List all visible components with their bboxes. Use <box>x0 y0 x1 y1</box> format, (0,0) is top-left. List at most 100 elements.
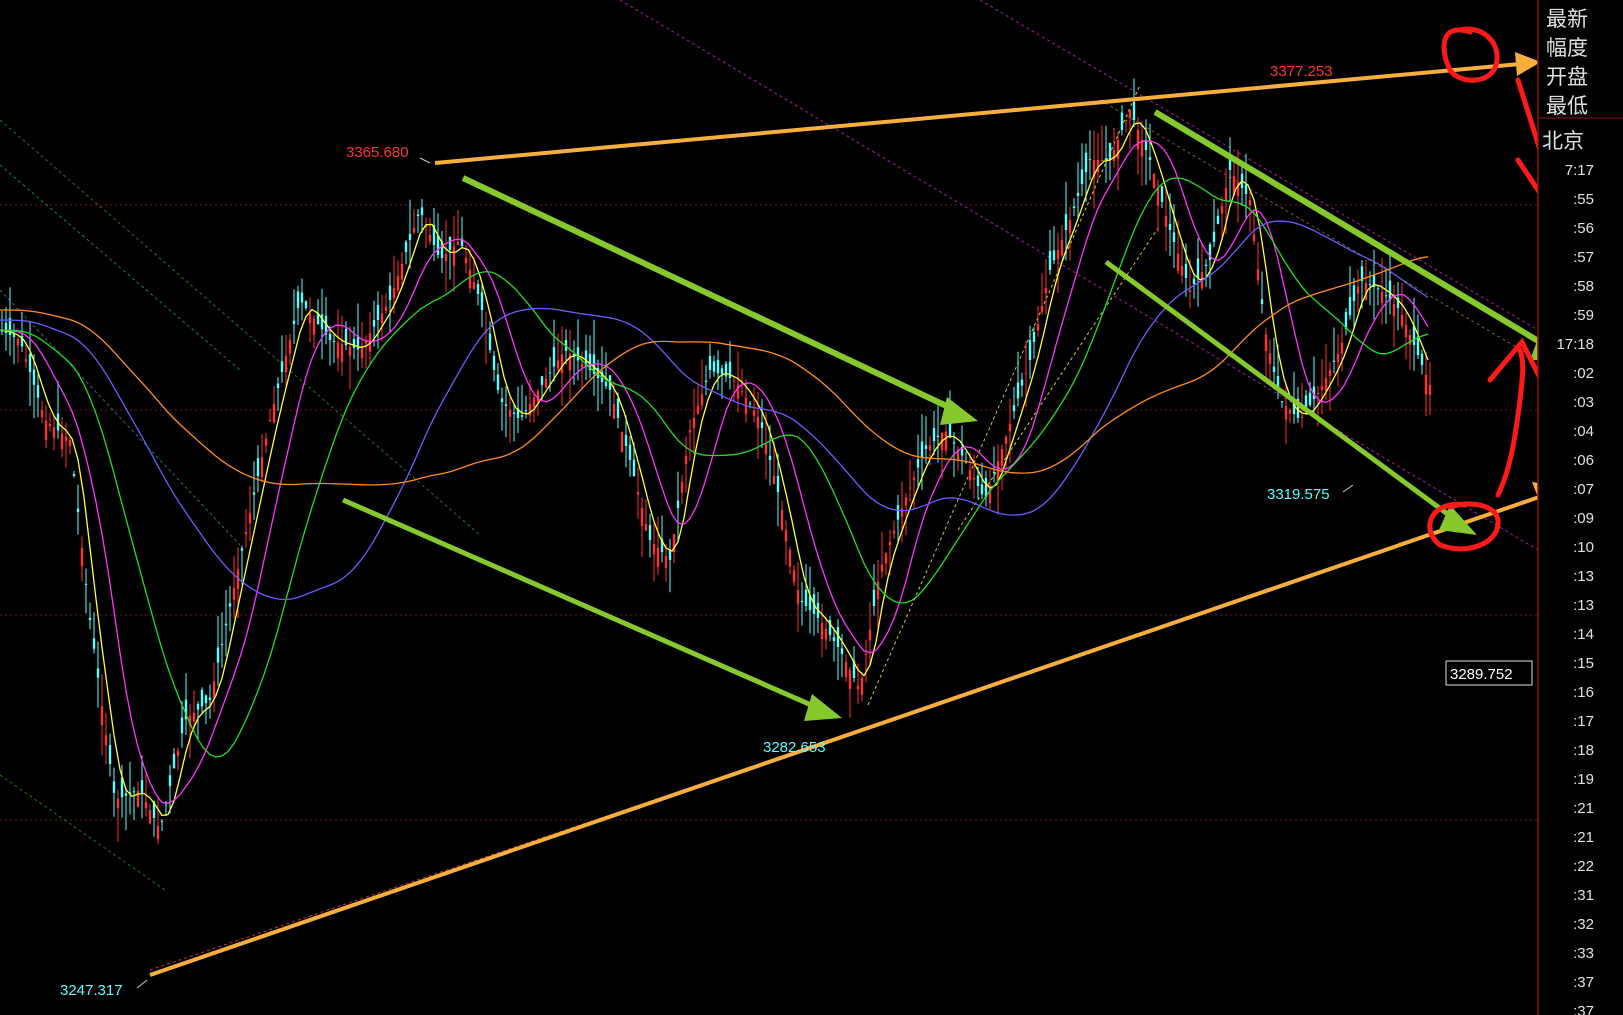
candle-body <box>304 301 308 308</box>
candle-body <box>444 254 448 261</box>
candle-body <box>64 436 68 441</box>
candle-body <box>1168 224 1172 230</box>
candle-body <box>464 258 468 264</box>
candle-body <box>716 359 720 374</box>
candle-body <box>452 246 456 266</box>
candle-body <box>1048 251 1052 270</box>
candle-body <box>176 750 180 756</box>
time-28: :37 <box>1573 974 1594 991</box>
candle-body <box>1256 269 1260 281</box>
candle-body <box>404 241 408 252</box>
time-8: :03 <box>1573 394 1594 411</box>
time-29: :37 <box>1573 1003 1594 1015</box>
candle-body <box>520 415 524 417</box>
candle-body <box>1032 331 1036 342</box>
candle-body <box>1212 231 1216 242</box>
candle-body <box>1124 120 1128 121</box>
candle-body <box>108 744 112 764</box>
candle-body <box>312 318 316 335</box>
candle-body <box>632 459 636 476</box>
candle-body <box>1080 169 1084 184</box>
candle-body <box>700 394 704 406</box>
candle-body <box>24 359 28 362</box>
candle-body <box>1128 110 1132 118</box>
candle-body <box>856 686 860 690</box>
candle-body <box>408 233 412 240</box>
time-9: :04 <box>1573 423 1594 440</box>
candle-body <box>968 470 972 481</box>
candle-body <box>180 717 184 734</box>
candle-body <box>992 472 996 474</box>
candle-body <box>196 703 200 710</box>
candle-body <box>104 735 108 746</box>
candle-body <box>1288 410 1292 414</box>
candle-body <box>1224 188 1228 201</box>
side-panel: 最新幅度开盘最低 北京 7:17:55:56:57:58:59 17:18:02:… <box>1537 0 1623 1015</box>
candle-body <box>1060 240 1064 256</box>
candle-body <box>1376 288 1380 290</box>
candle-body <box>416 214 420 216</box>
candle-body <box>1328 370 1332 376</box>
candle-body <box>1244 184 1248 194</box>
time-19: :17 <box>1573 713 1594 730</box>
price-chart: 3377.253 3365.680 3282.653 3247.317 3319… <box>0 0 1623 1015</box>
candle-body <box>264 438 268 446</box>
label-low-mid: 3282.653 <box>763 739 826 756</box>
candle-body <box>1104 158 1108 160</box>
candle-body <box>1088 159 1092 161</box>
candle-body <box>468 270 472 288</box>
candle-body <box>1068 220 1072 233</box>
candle-body <box>1180 266 1184 276</box>
candle-body <box>928 445 932 450</box>
candle-body <box>540 376 544 385</box>
candle-body <box>724 363 728 377</box>
candle-body <box>448 236 452 250</box>
candle-body <box>876 582 880 600</box>
candle-body <box>1248 200 1252 206</box>
candle-body <box>580 363 584 368</box>
candle-body <box>480 292 484 310</box>
candle-body <box>1132 101 1136 120</box>
candle-body <box>560 354 564 374</box>
candle-body <box>1040 306 1044 312</box>
candle-body <box>1284 406 1288 420</box>
candle-body <box>1136 130 1140 150</box>
candle-body <box>788 550 792 567</box>
candle-body <box>1388 280 1392 300</box>
candle-body <box>1192 278 1196 284</box>
candle-body <box>1320 386 1324 390</box>
candle-body <box>84 583 88 585</box>
candle-body <box>684 456 688 465</box>
time-2: :56 <box>1573 220 1594 237</box>
candle-body <box>1172 232 1176 242</box>
candle-body <box>168 775 172 786</box>
candle-body <box>1152 174 1156 188</box>
candle-body <box>308 313 312 323</box>
candle-body <box>1392 304 1396 316</box>
candle-body <box>1156 188 1160 206</box>
candle-body <box>720 368 724 375</box>
candle-body <box>860 678 864 695</box>
candle-body <box>380 313 384 324</box>
time-0: 7:17 <box>1565 162 1594 179</box>
candle-body <box>784 530 788 542</box>
candle-body <box>488 333 492 350</box>
candle-body <box>1016 382 1020 399</box>
side-label-3: 最低 <box>1546 94 1588 118</box>
candle-body <box>1252 234 1256 242</box>
candle-body <box>68 440 72 447</box>
candle-body <box>548 372 552 374</box>
candle-body <box>792 570 796 582</box>
time-11: :07 <box>1573 481 1594 498</box>
candle-body <box>52 427 56 439</box>
candle-body <box>1336 354 1340 363</box>
candle-body <box>1268 353 1272 364</box>
time-6: 17:18 <box>1556 336 1594 353</box>
candle-body <box>1028 340 1032 360</box>
candle-body <box>1036 324 1040 331</box>
candle-body <box>200 689 204 707</box>
candle-body <box>648 525 652 540</box>
candle-body <box>388 285 392 300</box>
candle-body <box>1188 290 1192 292</box>
candle-body <box>776 475 780 492</box>
